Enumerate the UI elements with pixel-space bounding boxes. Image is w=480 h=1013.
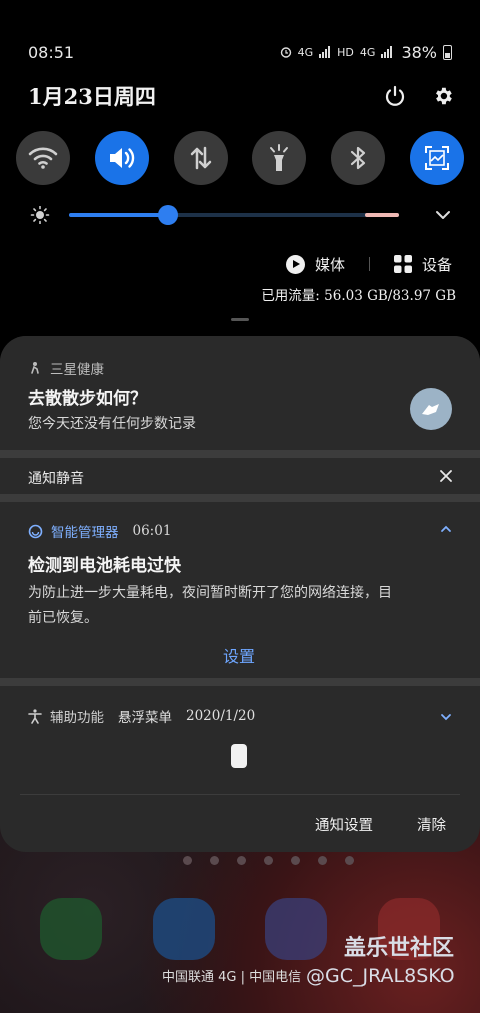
divider bbox=[0, 494, 480, 502]
mobile-data-icon bbox=[190, 146, 211, 170]
floating-menu-icon bbox=[231, 744, 247, 768]
quick-panel: 08:51 4G HD 4G 38% 1月23日周四 媒体 设备 已用流量: 5… bbox=[0, 0, 480, 340]
accessibility-icon bbox=[28, 708, 42, 724]
accessibility-notification[interactable]: 辅助功能 悬浮菜单 2020/1/20 bbox=[0, 686, 480, 794]
date-label: 1月23日周四 bbox=[28, 84, 156, 109]
close-icon[interactable] bbox=[440, 470, 452, 482]
smart-manager-notification[interactable]: 智能管理器 06:01 检测到电池耗电过快 为防止进一步大量耗电，夜间暂时断开了… bbox=[0, 502, 480, 678]
muted-section-header: 通知静音 bbox=[0, 458, 480, 494]
chevron-up-icon[interactable] bbox=[440, 524, 452, 534]
health-app-icon bbox=[31, 362, 39, 374]
app-name: 三星健康 bbox=[50, 362, 104, 378]
status-icons: 4G HD 4G 38% bbox=[280, 43, 452, 62]
notification-header: 三星健康 bbox=[28, 358, 104, 378]
mobile-data-tile[interactable] bbox=[173, 131, 228, 185]
screenshot-icon bbox=[424, 146, 449, 170]
play-icon bbox=[285, 254, 305, 274]
divider bbox=[20, 794, 460, 795]
signal-icon bbox=[319, 46, 331, 58]
sound-icon bbox=[109, 148, 134, 168]
notification-body-line-2: 前已恢复。 bbox=[28, 610, 98, 626]
power-icon[interactable] bbox=[382, 83, 408, 109]
notification-panel: 三星健康 去散散步如何？ 您今天还没有任何步数记录 通知静音 智能管理器 06:… bbox=[0, 336, 480, 852]
messages-app-icon[interactable] bbox=[153, 898, 215, 960]
data-usage: 已用流量: 56.03 GB/83.97 GB bbox=[261, 288, 456, 304]
brightness-thumb[interactable] bbox=[158, 205, 178, 225]
muted-label: 通知静音 bbox=[28, 471, 84, 487]
battery-percent: 38% bbox=[401, 42, 437, 62]
watermark-title: 盖乐世社区 bbox=[344, 936, 455, 961]
notification-body: 您今天还没有任何步数记录 bbox=[28, 416, 196, 432]
hd-badge: HD bbox=[337, 45, 354, 59]
divider bbox=[368, 257, 370, 271]
battery-icon bbox=[443, 44, 452, 60]
brightness-slider[interactable] bbox=[69, 205, 399, 225]
media-button[interactable]: 媒体 bbox=[315, 254, 345, 275]
chevron-down-icon[interactable] bbox=[440, 712, 452, 722]
app-name: 智能管理器 bbox=[51, 525, 119, 541]
notification-date: 2020/1/20 bbox=[186, 708, 256, 724]
notification-sub: 悬浮菜单 bbox=[118, 710, 172, 726]
date-row: 1月23日周四 bbox=[28, 80, 456, 112]
flashlight-icon bbox=[270, 144, 289, 171]
divider bbox=[0, 678, 480, 686]
clear-all-button[interactable]: 清除 bbox=[417, 814, 446, 835]
notification-title: 检测到电池耗电过快 bbox=[28, 556, 181, 576]
device-care-icon bbox=[28, 524, 43, 538]
watermark-user: @GC_JRAL8SKO bbox=[306, 965, 455, 987]
brightness-row bbox=[28, 200, 452, 230]
shoe-icon bbox=[410, 388, 452, 430]
samsung-health-notification[interactable]: 三星健康 去散散步如何？ 您今天还没有任何步数记录 bbox=[0, 336, 480, 450]
notification-header: 智能管理器 06:01 bbox=[28, 521, 171, 541]
sound-tile[interactable] bbox=[94, 131, 149, 185]
devices-button[interactable]: 设备 bbox=[422, 254, 452, 275]
quick-tiles bbox=[16, 131, 464, 185]
page-indicator bbox=[183, 856, 354, 865]
gear-icon[interactable] bbox=[430, 83, 456, 109]
carrier-label: 中国联通 4G | 中国电信 bbox=[162, 970, 302, 985]
notification-title: 去散散步如何？ bbox=[28, 389, 147, 409]
signal-icon bbox=[381, 46, 393, 58]
app-name: 辅助功能 bbox=[50, 710, 104, 726]
network-type-2: 4G bbox=[359, 45, 376, 59]
brightness-fill bbox=[69, 213, 168, 217]
bluetooth-tile[interactable] bbox=[331, 131, 386, 185]
notification-header: 辅助功能 悬浮菜单 2020/1/20 bbox=[28, 706, 255, 726]
notification-body-line-1: 为防止进一步大量耗电，夜间暂时断开了您的网络连接，目 bbox=[28, 585, 392, 601]
status-bar: 08:51 4G HD 4G 38% bbox=[28, 38, 452, 66]
adaptive-segment bbox=[365, 213, 399, 217]
notification-settings-button[interactable]: 通知设置 bbox=[315, 814, 373, 835]
status-time: 08:51 bbox=[28, 42, 75, 62]
settings-action-button[interactable]: 设置 bbox=[223, 643, 255, 667]
divider bbox=[0, 450, 480, 458]
header-actions bbox=[382, 83, 456, 109]
screenshot-tile[interactable] bbox=[409, 131, 464, 185]
browser-app-icon[interactable] bbox=[265, 898, 327, 960]
wifi-tile[interactable] bbox=[16, 131, 70, 185]
network-type-1: 4G bbox=[297, 45, 314, 59]
notification-time: 06:01 bbox=[132, 523, 172, 539]
alarm-icon bbox=[280, 47, 291, 58]
panel-handle[interactable] bbox=[231, 318, 249, 321]
flashlight-tile[interactable] bbox=[252, 131, 307, 185]
chevron-down-icon[interactable] bbox=[434, 206, 452, 224]
media-device-row: 媒体 设备 bbox=[285, 250, 452, 278]
brightness-icon bbox=[30, 206, 50, 224]
wifi-icon bbox=[28, 147, 58, 169]
phone-app-icon[interactable] bbox=[40, 898, 102, 960]
devices-icon bbox=[393, 255, 412, 273]
bluetooth-icon bbox=[351, 146, 366, 170]
